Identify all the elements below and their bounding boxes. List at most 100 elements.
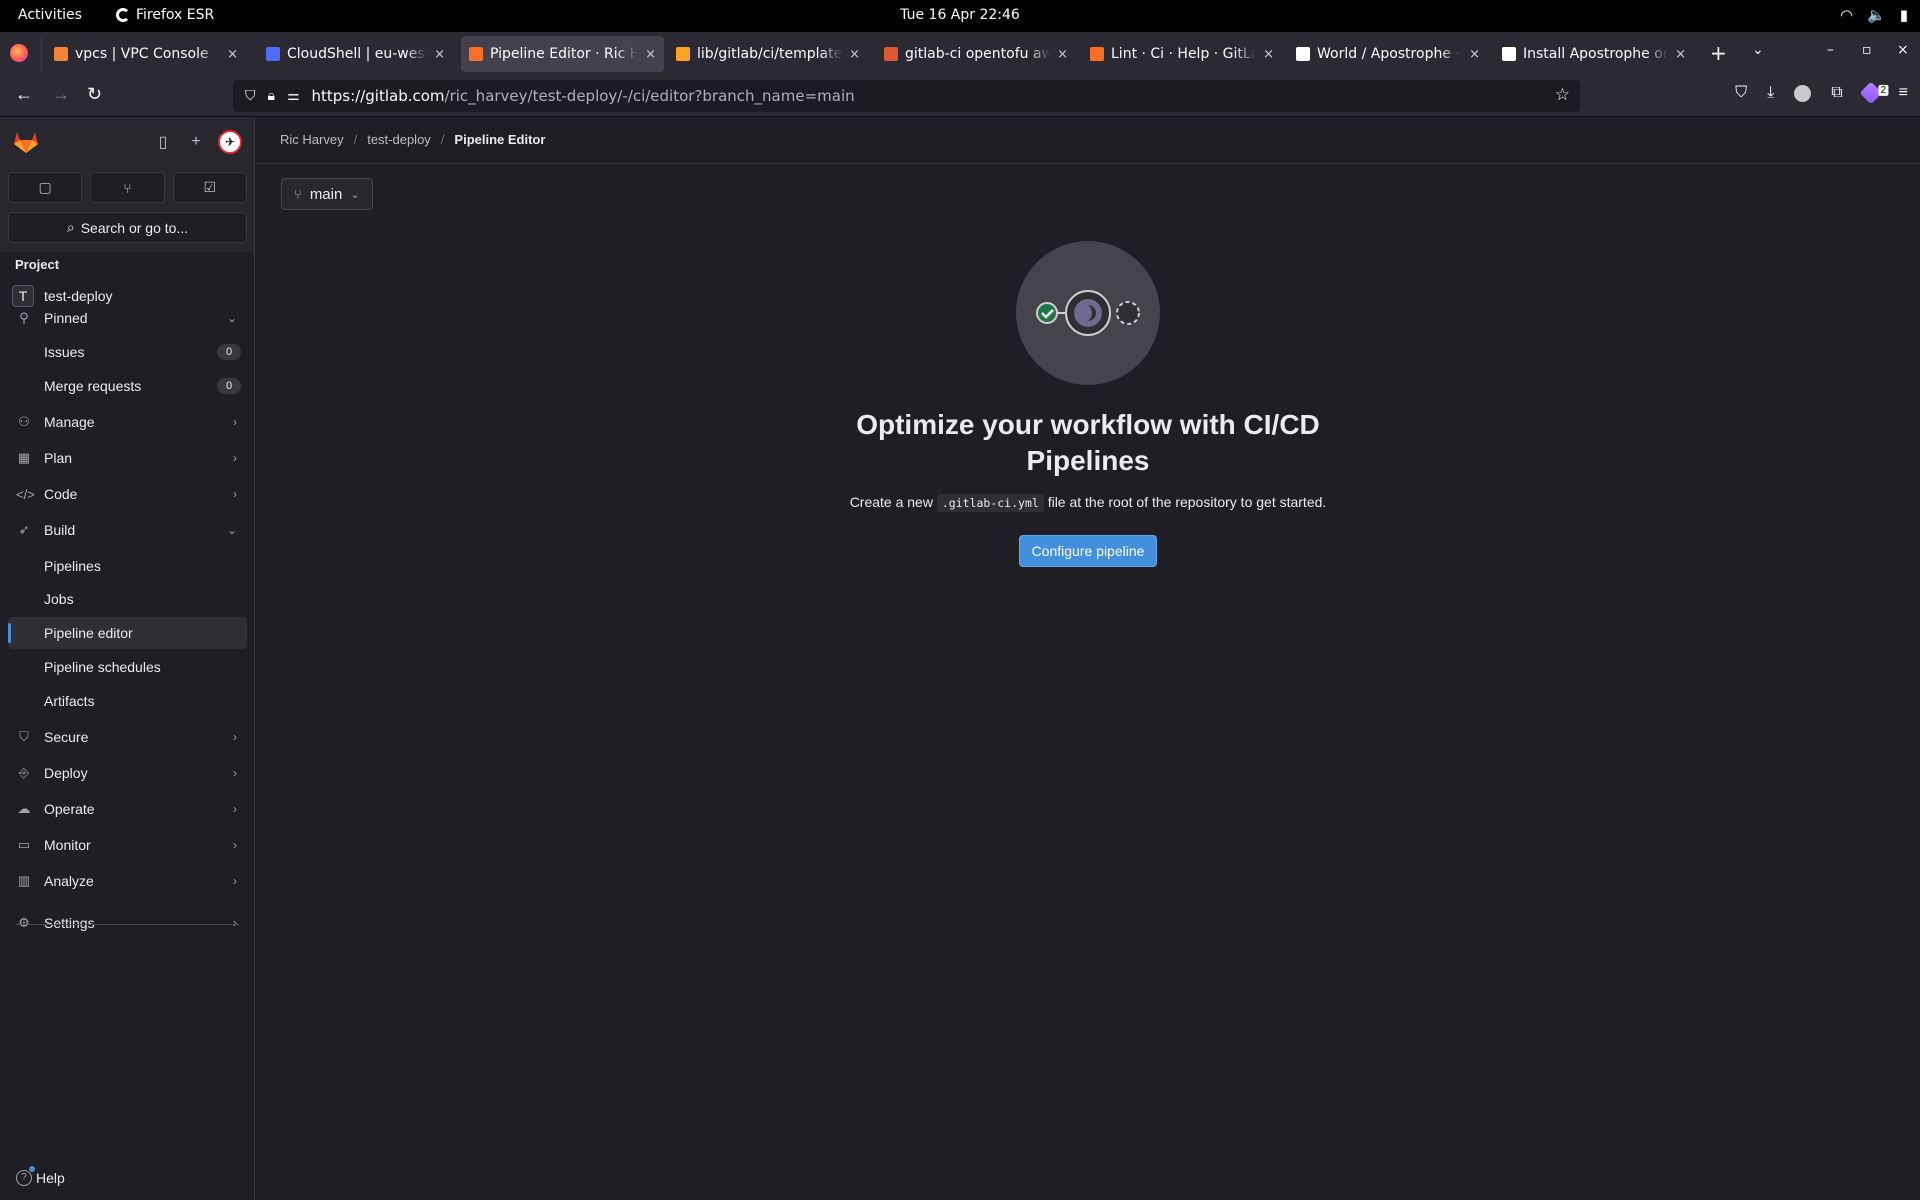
branch-name: main — [309, 185, 343, 203]
tracking-shield-icon[interactable]: ⛉ — [245, 88, 256, 104]
url-text[interactable]: https://gitlab.com/ric_harvey/test-deplo… — [312, 87, 855, 105]
sidebar-item-artifacts[interactable]: Artifacts — [8, 685, 247, 717]
breadcrumb-current[interactable]: Pipeline Editor — [454, 132, 545, 147]
merge-requests-button[interactable]: ⑂ — [90, 172, 165, 203]
users-icon: ⚇ — [18, 414, 30, 429]
account-avatar-icon[interactable] — [1794, 84, 1812, 102]
browser-tab[interactable]: Pipeline Editor · Ric Harvey × — [461, 36, 664, 72]
tab-favicon-icon — [1502, 47, 1516, 61]
browser-tab[interactable]: Lint · Ci · Help · GitLab × — [1082, 36, 1282, 72]
tab-close-icon[interactable]: × — [849, 47, 860, 62]
browser-tab[interactable]: vpcs | VPC Console × — [46, 36, 246, 72]
sidebar-divider — [16, 924, 239, 925]
tab-close-icon[interactable]: × — [1675, 47, 1686, 62]
extension-badge: 2 — [1878, 84, 1888, 96]
maximize-button[interactable]: ▫ — [1862, 42, 1872, 58]
gitlab-ci-filename: .gitlab-ci.yml — [936, 494, 1044, 512]
back-button[interactable]: ← — [15, 84, 33, 105]
create-new-icon[interactable]: + — [183, 129, 209, 155]
sidebar-item-label: Pipeline schedules — [44, 659, 161, 675]
system-tray[interactable]: ◠ 🔈 ▮ — [1840, 6, 1908, 24]
sidebar-toggle-icon[interactable]: ▯ — [150, 129, 176, 155]
sidebar-item-label: Merge requests — [44, 378, 142, 394]
forward-button[interactable]: → — [52, 84, 70, 105]
configure-pipeline-button[interactable]: Configure pipeline — [1018, 535, 1158, 567]
extensions-icon[interactable]: ⧉ — [1831, 84, 1842, 102]
firefox-view-icon[interactable] — [10, 44, 28, 62]
breadcrumb-project[interactable]: test-deploy — [367, 132, 431, 147]
gitlab-logo-icon[interactable] — [13, 130, 39, 154]
clock[interactable]: Tue 16 Apr 22:46 — [0, 7, 1920, 23]
empty-state-title: Optimize your workflow with CI/CD Pipeli… — [856, 409, 1320, 476]
tab-title: gitlab-ci opentofu aws — [905, 46, 1051, 62]
sidebar-item-pipeline-schedules[interactable]: Pipeline schedules — [8, 651, 247, 683]
sidebar-item-manage[interactable]: ⚇ Manage › — [8, 406, 247, 438]
close-window-button[interactable]: × — [1897, 42, 1909, 58]
sidebar-item-pipelines[interactable]: Pipelines — [8, 550, 247, 582]
tab-close-icon[interactable]: × — [227, 47, 238, 62]
shield-icon: ⛉ — [19, 729, 29, 744]
assigned-issues-button[interactable]: ▢ — [8, 172, 83, 203]
chevron-right-icon: › — [233, 802, 237, 816]
search-label: Search or go to... — [80, 219, 189, 236]
browser-tab[interactable]: lib/gitlab/ci/templates/ × — [668, 36, 868, 72]
cloud-icon: ☁ — [17, 801, 31, 816]
lock-icon[interactable]: 🔒︎ — [268, 88, 275, 104]
browser-tab[interactable]: gitlab-ci opentofu aws × — [876, 36, 1076, 72]
search-button[interactable]: ⌕ Search or go to... — [8, 212, 247, 243]
sidebar-item-label: Operate — [44, 801, 95, 817]
tab-favicon-icon — [1090, 47, 1104, 61]
tab-close-icon[interactable]: × — [1469, 47, 1480, 62]
sidebar-item-settings[interactable]: ⚙ Settings › — [8, 907, 247, 939]
chevron-right-icon: › — [233, 451, 237, 465]
new-tab-button[interactable]: + — [1710, 41, 1727, 65]
description-before: Create a new — [849, 494, 933, 510]
calendar-icon: ▦ — [17, 450, 31, 465]
sidebar-item-build[interactable]: ➶ Build ⌄ — [8, 514, 247, 546]
minimize-button[interactable]: – — [1827, 42, 1834, 58]
sidebar-item-deploy[interactable]: ⎆ Deploy › — [8, 757, 247, 789]
sidebar-item-code[interactable]: </> Code › — [8, 478, 247, 510]
sidebar-item-jobs[interactable]: Jobs — [8, 583, 247, 615]
sidebar-item-monitor[interactable]: ▭ Monitor › — [8, 829, 247, 861]
sidebar-item-label: Manage — [44, 414, 95, 430]
bookmark-star-icon[interactable]: ☆ — [1555, 85, 1570, 105]
sidebar-item-analyze[interactable]: ▥ Analyze › — [8, 865, 247, 897]
tab-close-icon[interactable]: × — [1057, 47, 1068, 62]
chevron-right-icon: › — [233, 487, 237, 501]
sidebar-item-operate[interactable]: ☁ Operate › — [8, 793, 247, 825]
tab-title: Install Apostrophe on Linux — [1523, 46, 1669, 62]
browser-tab[interactable]: World / Apostrophe · GitLab × — [1288, 36, 1488, 72]
tab-close-icon[interactable]: × — [645, 47, 656, 62]
code-icon: </> — [16, 486, 35, 502]
breadcrumb-user[interactable]: Ric Harvey — [280, 132, 344, 147]
url-bar[interactable]: ⛉ 🔒︎ ⚌ https://gitlab.com/ric_harvey/tes… — [233, 80, 1580, 112]
monitor-icon: ▭ — [17, 837, 31, 852]
branch-selector[interactable]: ⑂ main ⌄ — [281, 178, 373, 210]
sidebar-item-issues[interactable]: Issues 0 — [8, 336, 247, 368]
browser-tab[interactable]: CloudShell | eu-west-1 × — [258, 36, 453, 72]
tab-close-icon[interactable]: × — [434, 47, 445, 62]
tab-close-icon[interactable]: × — [1263, 47, 1274, 62]
sidebar-item-secure[interactable]: ⛉ Secure › — [8, 721, 247, 753]
activities-button[interactable]: Activities — [18, 7, 82, 23]
todos-button[interactable]: ☑ — [172, 172, 247, 203]
sidebar-item-merge-requests[interactable]: Merge requests 0 — [8, 370, 247, 402]
hamburger-menu-icon[interactable]: ≡ — [1899, 84, 1908, 102]
reload-button[interactable]: ↻ — [87, 84, 102, 105]
chevron-down-icon: ⌄ — [226, 523, 237, 537]
sidebar-item-pipeline-editor[interactable]: Pipeline editor — [8, 617, 247, 649]
downloads-icon[interactable]: ⤓ — [1767, 84, 1774, 102]
pocket-icon[interactable]: ⛉ — [1735, 84, 1747, 102]
list-all-tabs-button[interactable]: ⌄ — [1752, 42, 1764, 58]
app-menu[interactable]: Firefox ESR — [116, 7, 214, 23]
help-button[interactable]: ? Help — [16, 1166, 65, 1186]
chevron-right-icon: › — [233, 766, 237, 780]
user-avatar[interactable]: ✈︎ — [218, 130, 242, 154]
browser-tab[interactable]: Install Apostrophe on Linux × — [1494, 36, 1694, 72]
browser-tab-bar: vpcs | VPC Console× CloudShell | eu-west-… — [0, 32, 1920, 75]
extension-icon[interactable]: 2 — [1859, 81, 1888, 105]
sidebar-item-pinned[interactable]: ⚲ Pinned ⌄ — [8, 302, 247, 334]
sidebar-item-plan[interactable]: ▦ Plan › — [8, 442, 247, 474]
permissions-icon[interactable]: ⚌ — [287, 88, 300, 104]
